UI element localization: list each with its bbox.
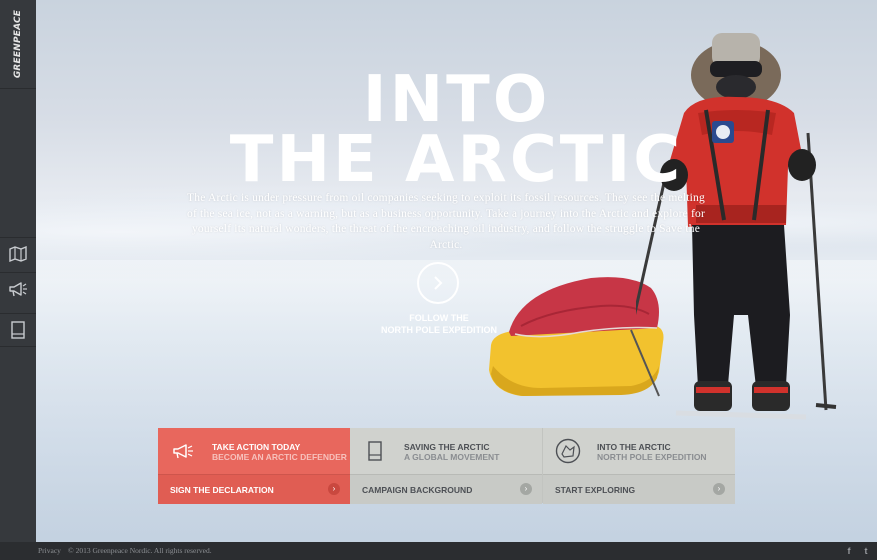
megaphone-icon (9, 282, 27, 297)
feature-cards: TAKE ACTION TODAY BECOME AN ARCTIC DEFEN… (158, 428, 735, 504)
book-icon (11, 321, 25, 339)
footer: Privacy © 2013 Greenpeace Nordic. All ri… (0, 542, 877, 560)
sidebar-item-map[interactable] (0, 237, 36, 270)
card-action-label: START EXPLORING (555, 485, 636, 495)
card-saving-arctic[interactable]: SAVING THE ARCTIC A GLOBAL MOVEMENT CAMP… (350, 428, 542, 504)
follow-expedition-link[interactable]: FOLLOW THE NORTH POLE EXPEDITION (356, 313, 522, 336)
card-into-arctic[interactable]: INTO THE ARCTIC NORTH POLE EXPEDITION ST… (542, 428, 735, 504)
follow-expedition-button[interactable] (417, 262, 459, 304)
chevron-right-icon: › (713, 483, 725, 495)
page-title-line2: THE ARCTIC (229, 123, 684, 197)
sidebar-item-background[interactable] (0, 313, 36, 347)
card-heading: TAKE ACTION TODAY (212, 442, 301, 452)
card-subheading: A GLOBAL MOVEMENT (404, 452, 500, 462)
card-into-arctic-header[interactable]: INTO THE ARCTIC NORTH POLE EXPEDITION (543, 428, 735, 474)
card-subheading: NORTH POLE EXPEDITION (597, 452, 707, 462)
privacy-link[interactable]: Privacy (38, 546, 61, 555)
logo-text: GREENPEACE (13, 9, 23, 79)
card-action-label: SIGN THE DECLARATION (170, 485, 274, 495)
sidebar-item-action[interactable] (0, 272, 36, 305)
card-heading: INTO THE ARCTIC (597, 442, 671, 452)
chevron-right-icon: › (328, 483, 340, 495)
chevron-right-icon (434, 276, 443, 290)
map-pin-icon (555, 438, 581, 464)
card-subheading: BECOME AN ARCTIC DEFENDER (212, 452, 347, 462)
book-icon (362, 438, 388, 464)
card-take-action-header[interactable]: TAKE ACTION TODAY BECOME AN ARCTIC DEFEN… (158, 428, 350, 474)
sign-declaration-link[interactable]: SIGN THE DECLARATION › (158, 474, 350, 504)
card-action-label: CAMPAIGN BACKGROUND (362, 485, 473, 495)
chevron-right-icon: › (520, 483, 532, 495)
megaphone-icon (170, 438, 196, 464)
start-exploring-link[interactable]: START EXPLORING › (543, 474, 735, 504)
copyright-text: © 2013 Greenpeace Nordic. All rights res… (68, 546, 212, 555)
card-take-action[interactable]: TAKE ACTION TODAY BECOME AN ARCTIC DEFEN… (158, 428, 350, 504)
map-icon (9, 246, 27, 262)
campaign-background-link[interactable]: CAMPAIGN BACKGROUND › (350, 474, 542, 504)
facebook-icon[interactable]: f (843, 545, 855, 557)
greenpeace-logo[interactable]: GREENPEACE (0, 0, 36, 89)
twitter-icon[interactable]: t (860, 545, 872, 557)
sidebar: GREENPEACE (0, 0, 37, 542)
follow-label-line1: FOLLOW THE (409, 313, 469, 323)
follow-label-line2: NORTH POLE EXPEDITION (380, 324, 497, 335)
intro-text: The Arctic is under pressure from oil co… (187, 192, 705, 251)
card-heading: SAVING THE ARCTIC (404, 442, 490, 452)
card-saving-arctic-header[interactable]: SAVING THE ARCTIC A GLOBAL MOVEMENT (350, 428, 542, 474)
hero-section: INTO THE ARCTIC The Arctic is under pres… (36, 0, 877, 542)
